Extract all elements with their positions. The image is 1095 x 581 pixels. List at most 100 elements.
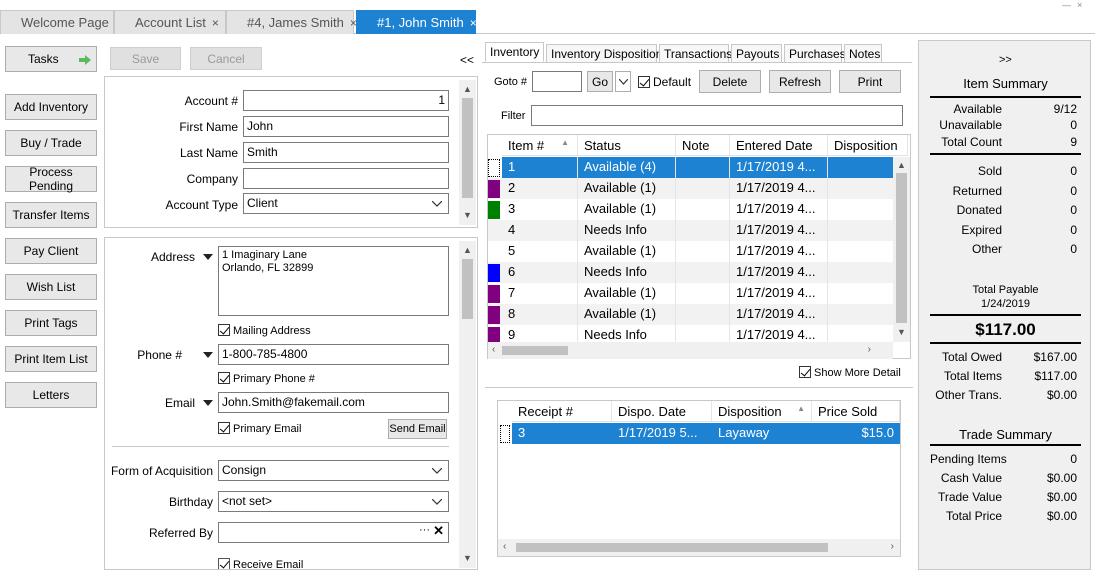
close-icon[interactable]: ×	[212, 16, 219, 30]
table-row[interactable]: 3 Available (1) 1/17/2019 4...	[488, 199, 893, 220]
sidebar-item-2[interactable]: Process Pending	[5, 165, 97, 193]
row-color-marker	[488, 264, 500, 282]
row-color-marker	[488, 222, 500, 240]
table-row[interactable]: 9 Needs Info 1/17/2019 4...	[488, 325, 893, 342]
print-button[interactable]: Print	[839, 70, 901, 93]
table-row[interactable]: 3 1/17/2019 5... Layaway $15.0	[498, 423, 900, 444]
acquisition-select[interactable]: Consign	[218, 460, 449, 481]
clear-icon[interactable]: ✕	[433, 523, 444, 539]
sidebar-item-4[interactable]: Pay Client	[5, 238, 97, 264]
tasks-button[interactable]: Tasks	[5, 46, 97, 72]
filter-label: Filter	[501, 110, 526, 122]
cell-disp: Layaway	[712, 423, 812, 444]
table-row[interactable]: 4 Needs Info 1/17/2019 4...	[488, 220, 893, 241]
cancel-button[interactable]: Cancel	[190, 47, 262, 70]
inventory-tab-4[interactable]: Purchases	[784, 44, 846, 63]
birthday-select[interactable]: <not set>	[218, 491, 449, 512]
inventory-tab-3[interactable]: Payouts	[731, 44, 782, 63]
inventory-vertical-scrollbar[interactable]: ▲ ▼	[893, 157, 910, 342]
company-field[interactable]	[243, 168, 449, 189]
table-row[interactable]: 5 Available (1) 1/17/2019 4...	[488, 241, 893, 262]
sidebar-item-8[interactable]: Letters	[5, 382, 97, 408]
sidebar-item-6[interactable]: Print Tags	[5, 310, 97, 336]
account-type-select[interactable]: Client	[243, 193, 449, 214]
inventory-column-header-1[interactable]: Status	[578, 135, 676, 156]
dropdown-triangle-icon[interactable]	[203, 254, 213, 260]
contact-scrollbar[interactable]: ▲ ▼	[459, 241, 476, 568]
account-scrollbar[interactable]: ▲ ▼	[459, 80, 476, 225]
tab-welcome-page[interactable]: Welcome Page	[0, 10, 114, 34]
primary-phone-checkbox[interactable]: Primary Phone #	[218, 372, 315, 385]
default-checkbox[interactable]: Default	[638, 75, 691, 89]
inventory-column-header-0[interactable]: Item # ▲	[502, 135, 578, 156]
send-email-button[interactable]: Send Email	[388, 419, 447, 439]
cell-status: Available (1)	[578, 241, 676, 262]
disposition-horizontal-scrollbar[interactable]: ‹ ›	[498, 539, 900, 556]
chevron-down-icon	[618, 78, 628, 85]
table-row[interactable]: 1 Available (4) 1/17/2019 4...	[488, 157, 893, 178]
inventory-column-header-2[interactable]: Note	[676, 135, 730, 156]
show-more-detail-checkbox[interactable]: Show More Detail	[799, 366, 901, 379]
summary-label: Available	[953, 102, 1002, 116]
sidebar-item-7[interactable]: Print Item List	[5, 346, 97, 372]
document-tab-bar: Welcome Page Account List × #4, James Smi…	[0, 8, 1095, 34]
summary-value: 9/12	[1053, 102, 1077, 116]
receive-email-checkbox[interactable]: Receive Email	[218, 558, 303, 569]
tab-account-list[interactable]: Account List ×	[114, 10, 226, 34]
cell-item: 3	[502, 199, 578, 220]
table-row[interactable]: 2 Available (1) 1/17/2019 4...	[488, 178, 893, 199]
chevron-down-icon	[432, 499, 442, 505]
tab-james-smith[interactable]: #4, James Smith ×	[226, 10, 357, 34]
table-row[interactable]: 8 Available (1) 1/17/2019 4...	[488, 304, 893, 325]
inventory-tab-1[interactable]: Inventory Disposition	[546, 44, 662, 63]
delete-button[interactable]: Delete	[699, 70, 761, 93]
cell-date: 1/17/2019 4...	[730, 178, 828, 199]
goto-label: Goto #	[494, 76, 528, 88]
save-button[interactable]: Save	[110, 47, 181, 70]
goto-field[interactable]	[532, 71, 582, 92]
phone-field[interactable]: 1-800-785-4800	[218, 344, 449, 365]
email-field[interactable]: John.Smith@fakemail.com	[218, 392, 449, 413]
cell-item: 2	[502, 178, 578, 199]
sidebar-item-1[interactable]: Buy / Trade	[5, 130, 97, 156]
inventory-tab-5[interactable]: Notes	[844, 44, 882, 63]
tab-john-smith[interactable]: #1, John Smith ×	[356, 10, 477, 34]
disposition-column-header-1[interactable]: Dispo. Date	[612, 401, 712, 422]
primary-email-checkbox[interactable]: Primary Email	[218, 422, 301, 435]
cell-date: 1/17/2019 4...	[730, 262, 828, 283]
cell-disp	[828, 157, 893, 178]
dropdown-triangle-icon[interactable]	[203, 400, 213, 406]
mailing-address-checkbox[interactable]: Mailing Address	[218, 324, 311, 337]
cell-date: 1/17/2019 4...	[730, 220, 828, 241]
inventory-column-header-3[interactable]: Entered Date	[730, 135, 828, 156]
inventory-horizontal-scrollbar[interactable]: ‹ ›	[488, 342, 893, 359]
sidebar-item-0[interactable]: Add Inventory	[5, 94, 97, 120]
account-no-field[interactable]: 1	[243, 90, 449, 111]
inventory-tab-0[interactable]: Inventory	[485, 42, 544, 62]
inventory-tab-2[interactable]: Transactions	[659, 44, 732, 63]
cell-item: 4	[502, 220, 578, 241]
disposition-column-header-3[interactable]: Price Sold	[812, 401, 900, 422]
address-field[interactable]: 1 Imaginary Lane Orlando, FL 32899	[218, 246, 449, 316]
sidebar-item-3[interactable]: Transfer Items	[5, 202, 97, 228]
inventory-column-header-4[interactable]: Disposition	[828, 135, 908, 156]
collapse-left-button[interactable]: <<	[460, 53, 474, 67]
summary-value: $167.00	[1033, 350, 1077, 364]
table-row[interactable]: 7 Available (1) 1/17/2019 4...	[488, 283, 893, 304]
go-dropdown-button[interactable]	[615, 71, 631, 92]
filter-field[interactable]	[531, 105, 903, 126]
first-name-field[interactable]: John	[243, 116, 449, 137]
refresh-button[interactable]: Refresh	[769, 70, 831, 93]
sidebar-item-5[interactable]: Wish List	[5, 274, 97, 300]
last-name-field[interactable]: Smith	[243, 142, 449, 163]
disposition-column-header-0[interactable]: Receipt #	[512, 401, 612, 422]
go-button[interactable]: Go	[587, 71, 613, 92]
close-icon[interactable]: ×	[470, 16, 477, 30]
disposition-column-header-2[interactable]: Disposition ▲	[712, 401, 812, 422]
cell-disp	[828, 220, 893, 241]
dropdown-triangle-icon[interactable]	[203, 352, 213, 358]
ellipsis-icon[interactable]: ···	[419, 524, 430, 536]
expand-summary-button[interactable]: >>	[999, 54, 1012, 66]
referred-by-field[interactable]: ··· ✕	[218, 522, 449, 543]
table-row[interactable]: 6 Needs Info 1/17/2019 4...	[488, 262, 893, 283]
